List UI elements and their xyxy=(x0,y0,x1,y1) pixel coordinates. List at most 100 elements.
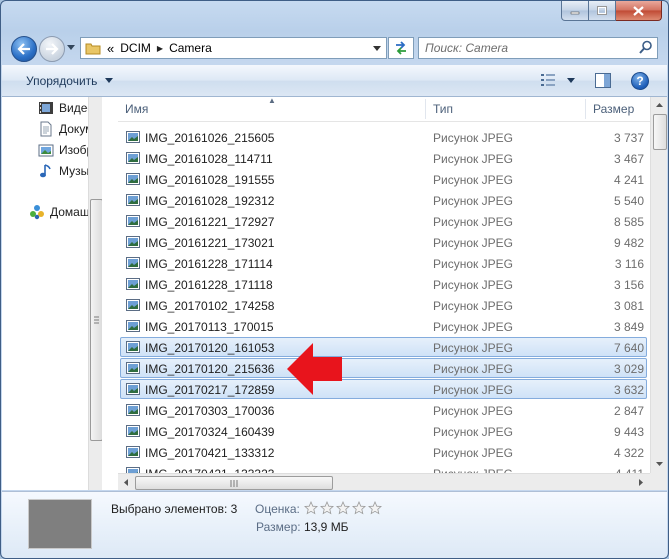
search-input[interactable] xyxy=(425,40,630,56)
organize-dropdown-icon[interactable] xyxy=(105,78,113,83)
file-row[interactable]: IMG_20170120_215636 Рисунок JPEG 3 029 xyxy=(120,358,647,378)
file-size: 3 081 xyxy=(613,299,644,313)
scrollbar-thumb[interactable] xyxy=(653,114,667,150)
maximize-button[interactable] xyxy=(589,1,616,21)
jpeg-image-icon xyxy=(126,404,140,416)
change-view-icon[interactable] xyxy=(540,73,556,87)
file-row[interactable]: IMG_20161028_191555 Рисунок JPEG 4 241 xyxy=(120,169,647,189)
scroll-left-button[interactable] xyxy=(118,474,134,490)
star-icon[interactable] xyxy=(368,501,382,515)
file-type: Рисунок JPEG xyxy=(433,173,513,187)
recent-pages-dropdown[interactable] xyxy=(67,45,75,50)
help-button[interactable]: ? xyxy=(631,72,649,90)
sort-ascending-icon: ▲ xyxy=(268,97,276,105)
jpeg-image-icon xyxy=(126,383,140,395)
column-size[interactable]: Размер xyxy=(593,97,634,121)
nav-item-video[interactable]: Видео xyxy=(38,99,94,117)
file-row[interactable]: IMG_20170303_170036 Рисунок JPEG 2 847 xyxy=(120,400,647,420)
file-type: Рисунок JPEG xyxy=(433,299,513,313)
scroll-right-button[interactable] xyxy=(633,474,649,490)
star-icon[interactable] xyxy=(304,501,318,515)
file-type: Рисунок JPEG xyxy=(433,194,513,208)
file-list-vertical-scrollbar[interactable] xyxy=(650,97,667,473)
documents-library-icon xyxy=(40,121,52,137)
column-divider[interactable] xyxy=(425,99,426,119)
jpeg-image-icon xyxy=(126,236,140,248)
close-icon xyxy=(633,5,644,16)
file-row[interactable]: IMG_20161028_192312 Рисунок JPEG 5 540 xyxy=(120,190,647,210)
file-type: Рисунок JPEG xyxy=(433,383,513,397)
file-size: 3 029 xyxy=(613,362,644,376)
minimize-icon xyxy=(570,11,580,14)
pane-splitter[interactable] xyxy=(102,97,118,490)
search-icon[interactable] xyxy=(639,40,653,54)
file-list: ▲ Имя Тип Размер IMG_20161026_215605 Рису… xyxy=(118,97,667,490)
jpeg-image-icon xyxy=(126,152,140,164)
red-arrow-annotation xyxy=(287,343,342,395)
column-header-row: ▲ Имя Тип Размер xyxy=(118,97,650,122)
file-type: Рисунок JPEG xyxy=(433,425,513,439)
file-row[interactable]: IMG_20161228_171118 Рисунок JPEG 3 156 xyxy=(120,274,647,294)
scrollbar-thumb[interactable] xyxy=(135,476,333,490)
column-name[interactable]: Имя xyxy=(125,97,148,121)
size-label: Размер: xyxy=(256,520,301,534)
file-row[interactable]: IMG_20170113_170015 Рисунок JPEG 3 849 xyxy=(120,316,647,336)
command-bar: Упорядочить ? xyxy=(2,65,667,97)
search-box[interactable] xyxy=(418,37,658,59)
maximize-icon xyxy=(597,6,607,15)
preview-pane-icon[interactable] xyxy=(595,73,611,88)
back-button[interactable] xyxy=(11,36,37,62)
folder-icon xyxy=(85,43,101,55)
file-name: IMG_20170120_161053 xyxy=(145,341,275,355)
refresh-button[interactable] xyxy=(388,37,414,59)
file-row[interactable]: IMG_20170102_174258 Рисунок JPEG 3 081 xyxy=(120,295,647,315)
star-icon[interactable] xyxy=(352,501,366,515)
view-dropdown-icon[interactable] xyxy=(567,78,575,83)
close-button[interactable] xyxy=(616,1,662,21)
scrollbar-thumb[interactable] xyxy=(90,199,102,441)
organize-button[interactable]: Упорядочить xyxy=(26,74,97,88)
file-name: IMG_20161028_192312 xyxy=(145,194,275,208)
file-size: 3 467 xyxy=(613,152,644,166)
column-type[interactable]: Тип xyxy=(433,97,453,121)
navigation-pane-scrollbar[interactable] xyxy=(88,97,102,490)
file-list-horizontal-scrollbar[interactable] xyxy=(118,473,650,490)
file-row[interactable]: IMG_20170217_172859 Рисунок JPEG 3 632 xyxy=(120,379,647,399)
jpeg-image-icon xyxy=(126,194,140,206)
address-dropdown-button[interactable] xyxy=(370,41,384,55)
scroll-down-button[interactable] xyxy=(651,456,667,472)
scroll-up-icon xyxy=(655,103,663,107)
file-row[interactable]: IMG_20161221_172927 Рисунок JPEG 8 585 xyxy=(120,211,647,231)
file-row[interactable]: IMG_20161228_171114 Рисунок JPEG 3 116 xyxy=(120,253,647,273)
file-name: IMG_20161026_215605 xyxy=(145,131,275,145)
breadcrumb-camera[interactable]: Camera xyxy=(169,41,212,55)
minimize-button[interactable] xyxy=(561,1,589,21)
file-type: Рисунок JPEG xyxy=(433,236,513,250)
scroll-up-button[interactable] xyxy=(651,97,667,113)
rating-stars[interactable] xyxy=(304,501,382,515)
file-row[interactable]: IMG_20170120_161053 Рисунок JPEG 7 640 xyxy=(120,337,647,357)
file-size: 9 443 xyxy=(613,425,644,439)
file-row[interactable]: IMG_20161028_114711 Рисунок JPEG 3 467 xyxy=(120,148,647,168)
column-divider[interactable] xyxy=(585,99,586,119)
homegroup-icon xyxy=(30,205,44,220)
file-row[interactable]: IMG_20170421_133312 Рисунок JPEG 4 322 xyxy=(120,442,647,462)
breadcrumb-overflow[interactable]: « xyxy=(107,41,114,56)
jpeg-image-icon xyxy=(126,131,140,143)
breadcrumb-dcim[interactable]: DCIM xyxy=(120,41,151,55)
file-name: IMG_20170120_215636 xyxy=(145,362,275,376)
star-icon[interactable] xyxy=(336,501,350,515)
forward-button[interactable] xyxy=(39,36,65,62)
file-row[interactable]: IMG_20170324_160439 Рисунок JPEG 9 443 xyxy=(120,421,647,441)
file-name: IMG_20170217_172859 xyxy=(145,383,275,397)
chevron-down-icon xyxy=(373,45,381,51)
breadcrumb-chevron-icon[interactable]: ▶ xyxy=(157,44,163,53)
file-size: 3 849 xyxy=(613,320,644,334)
jpeg-image-icon xyxy=(126,173,140,185)
selected-count: Выбрано элементов: 3 xyxy=(111,502,238,516)
file-row[interactable]: IMG_20161221_173021 Рисунок JPEG 9 482 xyxy=(120,232,647,252)
file-row[interactable]: IMG_20161026_215605 Рисунок JPEG 3 737 xyxy=(120,127,647,147)
file-type: Рисунок JPEG xyxy=(433,131,513,145)
address-bar[interactable]: « DCIM ▶ Camera xyxy=(80,37,387,59)
star-icon[interactable] xyxy=(320,501,334,515)
